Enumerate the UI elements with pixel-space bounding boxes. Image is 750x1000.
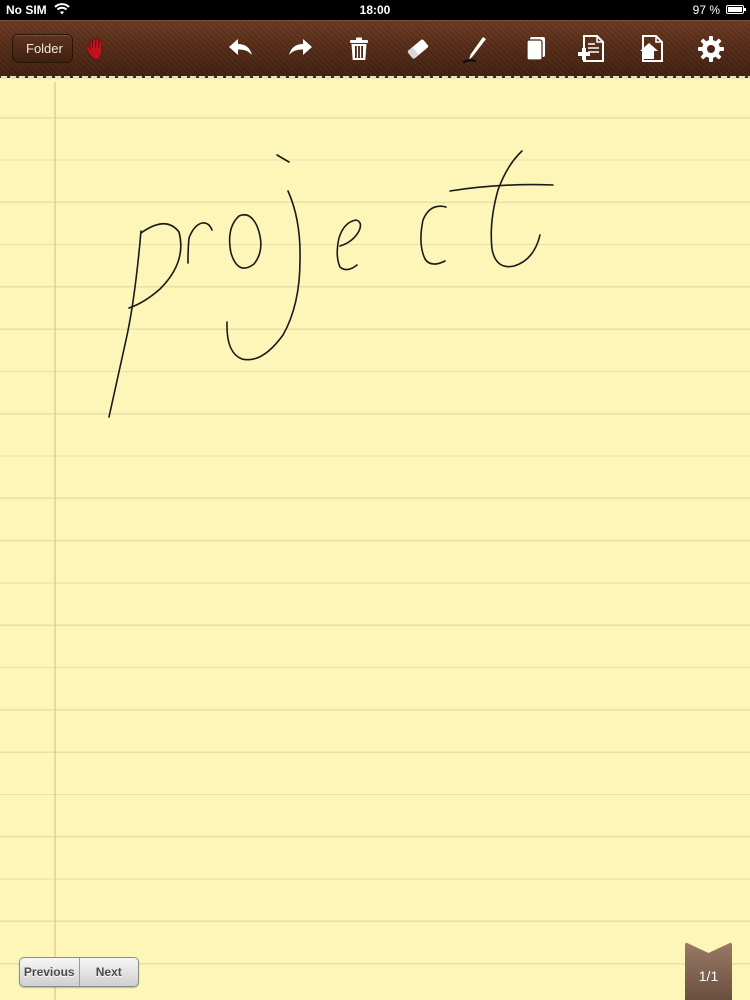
pen-icon[interactable] [461,33,493,65]
battery-percent: 97 % [692,3,720,17]
trash-icon[interactable] [343,33,375,65]
clock: 18:00 [359,3,391,17]
page-navigation: Previous Next [19,957,139,987]
previous-button[interactable]: Previous [20,958,79,986]
notebook-screen: No SIM 18:00 97 % Folder Previous Next 1… [0,0,750,1000]
page-count: 1/1 [698,968,719,984]
folder-button[interactable]: Folder [12,34,73,63]
undo-icon[interactable] [225,33,257,65]
export-icon[interactable] [636,33,668,65]
hand-icon[interactable] [80,33,112,65]
settings-icon[interactable] [695,33,727,65]
battery-icon [726,5,746,14]
page-indicator[interactable]: 1/1 [685,942,732,1000]
bookmark-notch-icon [685,942,732,953]
add-page-icon[interactable] [577,33,609,65]
redo-icon[interactable] [284,33,316,65]
writing-canvas[interactable] [0,82,750,1000]
status-bar: No SIM 18:00 97 % [0,0,750,20]
eraser-icon[interactable] [402,33,434,65]
pages-icon[interactable] [520,33,552,65]
next-button[interactable]: Next [78,958,139,986]
battery-level [728,7,742,12]
